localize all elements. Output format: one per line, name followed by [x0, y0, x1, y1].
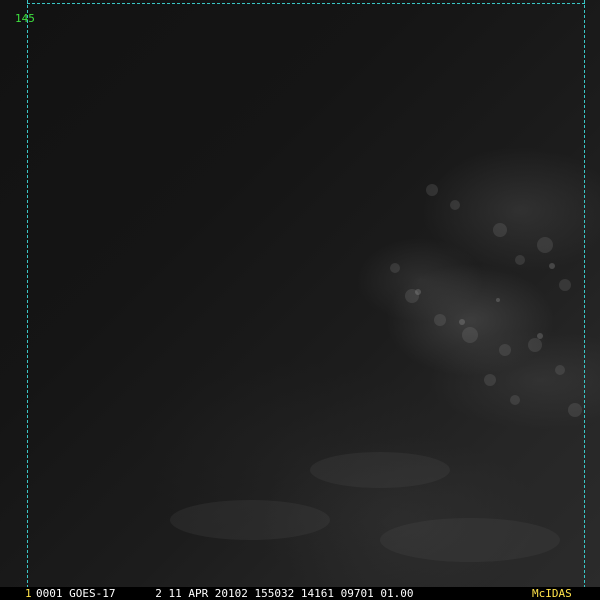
satellite-imagery	[0, 0, 600, 588]
right-boundary-line	[584, 0, 585, 588]
image-info-text: 0001 GOES-17 2 11 APR 20102 155032 14161…	[36, 587, 414, 600]
cloud-texture	[170, 184, 582, 562]
satellite-image-frame: 145 1 0001 GOES-17 2 11 APR 20102 155032…	[0, 0, 600, 600]
brand-label: McIDAS	[532, 587, 572, 600]
left-boundary-line	[27, 0, 28, 588]
top-boundary-line	[27, 3, 585, 4]
frame-number: 1	[25, 587, 32, 600]
status-bar: 1 0001 GOES-17 2 11 APR 20102 155032 141…	[0, 587, 600, 600]
latitude-label: 145	[15, 12, 35, 25]
